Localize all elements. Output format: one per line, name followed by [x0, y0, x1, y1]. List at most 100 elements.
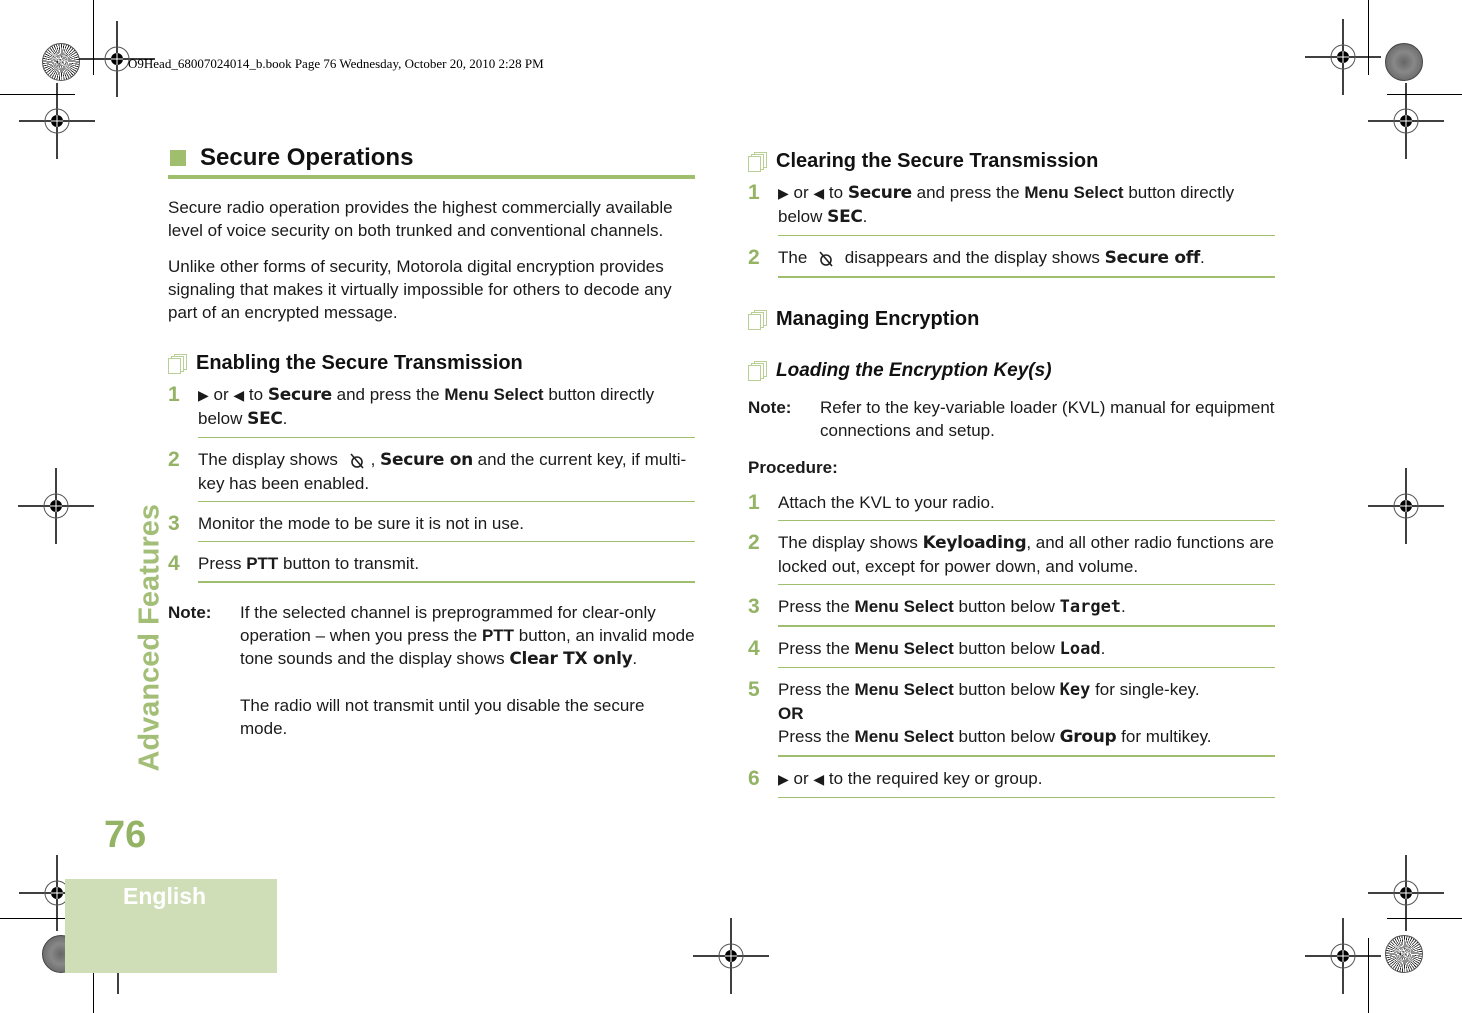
text: button below: [958, 597, 1055, 616]
step-item: 1 ▶︎ or ◀︎ to Secure and press the Menu …: [168, 383, 695, 444]
heading-text: Secure Operations: [200, 144, 414, 171]
text: .: [282, 409, 288, 428]
left-arrow-icon: ◀︎: [233, 387, 245, 403]
text: and press the: [916, 183, 1020, 202]
step-number: 3: [748, 595, 760, 618]
step-item: 3 Monitor the mode to be sure it is not …: [168, 512, 695, 548]
display-text: Keyloading: [922, 533, 1027, 553]
step-number: 1: [168, 383, 180, 406]
text: or: [793, 183, 809, 202]
step-number: 1: [748, 181, 760, 204]
step-text: ▶︎ or ◀︎ to the required key or group.: [778, 767, 1275, 798]
text: disappears and the display shows: [844, 248, 1100, 267]
step-item: 6 ▶︎ or ◀︎ to the required key or group.: [748, 767, 1275, 804]
left-arrow-icon: ◀︎: [813, 771, 825, 787]
text: to the required key or group.: [828, 769, 1043, 788]
display-text: Key: [1059, 680, 1091, 700]
step-item: 2 The display shows Keyloading, and all …: [748, 531, 1275, 591]
crop-mark: [93, 0, 94, 75]
text: Press the: [778, 597, 850, 616]
step-text: Press the Menu Select button below Key f…: [778, 678, 1275, 757]
subsection-heading-text: Loading the Encryption Key(s): [776, 360, 1052, 381]
step-text: The display shows , Secure on and the cu…: [198, 448, 695, 502]
book-icon: [748, 151, 767, 172]
crop-mark: [1387, 94, 1462, 95]
section-title: Advanced Features: [95, 504, 166, 772]
button-name: PTT: [246, 554, 279, 573]
text: button to transmit.: [283, 554, 420, 573]
right-column: Clearing the Secure Transmission 1 ▶︎ or…: [748, 140, 1275, 804]
text: to: [828, 183, 844, 202]
secure-icon: [819, 250, 833, 267]
subsection-heading: Loading the Encryption Key(s): [748, 359, 1275, 382]
section-title-text: Advanced Features: [133, 503, 166, 772]
note-label: Note:: [748, 398, 792, 417]
text: The radio will not transmit until you di…: [240, 696, 645, 738]
step-number: 2: [168, 448, 180, 471]
display-text: Load: [1059, 639, 1101, 659]
print-header: O9Head_68007024014_b.book Page 76 Wednes…: [128, 56, 544, 71]
display-text: Clear TX only: [509, 649, 633, 669]
step-number: 5: [748, 678, 760, 701]
text: ,: [370, 450, 376, 469]
text: to: [248, 385, 264, 404]
subsection-heading-text: Managing Encryption: [776, 308, 980, 330]
display-text: Secure: [847, 183, 912, 203]
text: The: [778, 248, 808, 267]
step-item: 4 Press the Menu Select button below Loa…: [748, 637, 1275, 674]
step-text: ▶︎ or ◀︎ to Secure and press the Menu Se…: [198, 383, 695, 438]
crop-mark: [0, 918, 75, 919]
step-text: ▶︎ or ◀︎ to Secure and press the Menu Se…: [778, 181, 1275, 236]
heading-square-icon: [170, 149, 186, 166]
text: .: [1121, 597, 1126, 616]
step-number: 4: [168, 552, 180, 575]
note-text: Refer to the key-variable loader (KVL) m…: [820, 398, 1275, 440]
text: Press: [198, 554, 242, 573]
button-name: Menu Select: [854, 597, 954, 616]
display-text: Group: [1059, 727, 1117, 747]
step-text: Press PTT button to transmit.: [198, 552, 695, 583]
crop-mark: [1387, 918, 1462, 919]
text: .: [1199, 248, 1205, 267]
step-text: Monitor the mode to be sure it is not in…: [198, 512, 695, 542]
crop-mark: [1368, 938, 1369, 1013]
subsection-heading: Enabling the Secure Transmission: [168, 352, 695, 375]
display-text: Secure off: [1104, 248, 1201, 268]
or-label: OR: [778, 704, 804, 723]
step-item: 1 ▶︎ or ◀︎ to Secure and press the Menu …: [748, 181, 1275, 242]
button-name: PTT: [481, 626, 515, 645]
text: button below: [958, 727, 1055, 746]
note: Note: Refer to the key-variable loader (…: [748, 396, 1275, 442]
step-number: 4: [748, 637, 760, 660]
note: Note: If the selected channel is preprog…: [168, 601, 695, 740]
button-name: Menu Select: [854, 639, 954, 658]
step-item: 1 Attach the KVL to your radio.: [748, 491, 1275, 527]
right-arrow-icon: ▶︎: [198, 387, 209, 403]
step-number: 1: [748, 491, 760, 514]
book-icon: [168, 353, 187, 374]
registration-star-icon: [1385, 935, 1423, 973]
step-item: 4 Press PTT button to transmit.: [168, 552, 695, 589]
procedure-label: Procedure:: [748, 458, 838, 477]
book-icon: [748, 360, 767, 381]
language-label: English: [123, 883, 207, 909]
display-text: SEC: [827, 207, 863, 227]
button-name: Menu Select: [1024, 183, 1124, 202]
step-text: Press the Menu Select button below Load.: [778, 637, 1275, 668]
secure-icon: [349, 452, 364, 469]
button-name: Menu Select: [854, 727, 954, 746]
step-number: 2: [748, 531, 760, 554]
section-heading: Secure Operations: [168, 146, 695, 179]
text: or: [793, 769, 809, 788]
right-arrow-icon: ▶︎: [778, 185, 789, 201]
step-number: 2: [748, 246, 760, 269]
text: Press the: [778, 680, 850, 699]
book-icon: [748, 309, 767, 330]
subsection-heading-text: Enabling the Secure Transmission: [196, 352, 523, 374]
left-arrow-icon: ◀︎: [813, 185, 825, 201]
step-item: 2 The disappears and the display shows S…: [748, 246, 1275, 284]
subsection-heading: Managing Encryption: [748, 308, 1275, 331]
crop-mark: [0, 94, 75, 95]
text: Press the: [778, 727, 850, 746]
text: .: [1100, 639, 1106, 658]
